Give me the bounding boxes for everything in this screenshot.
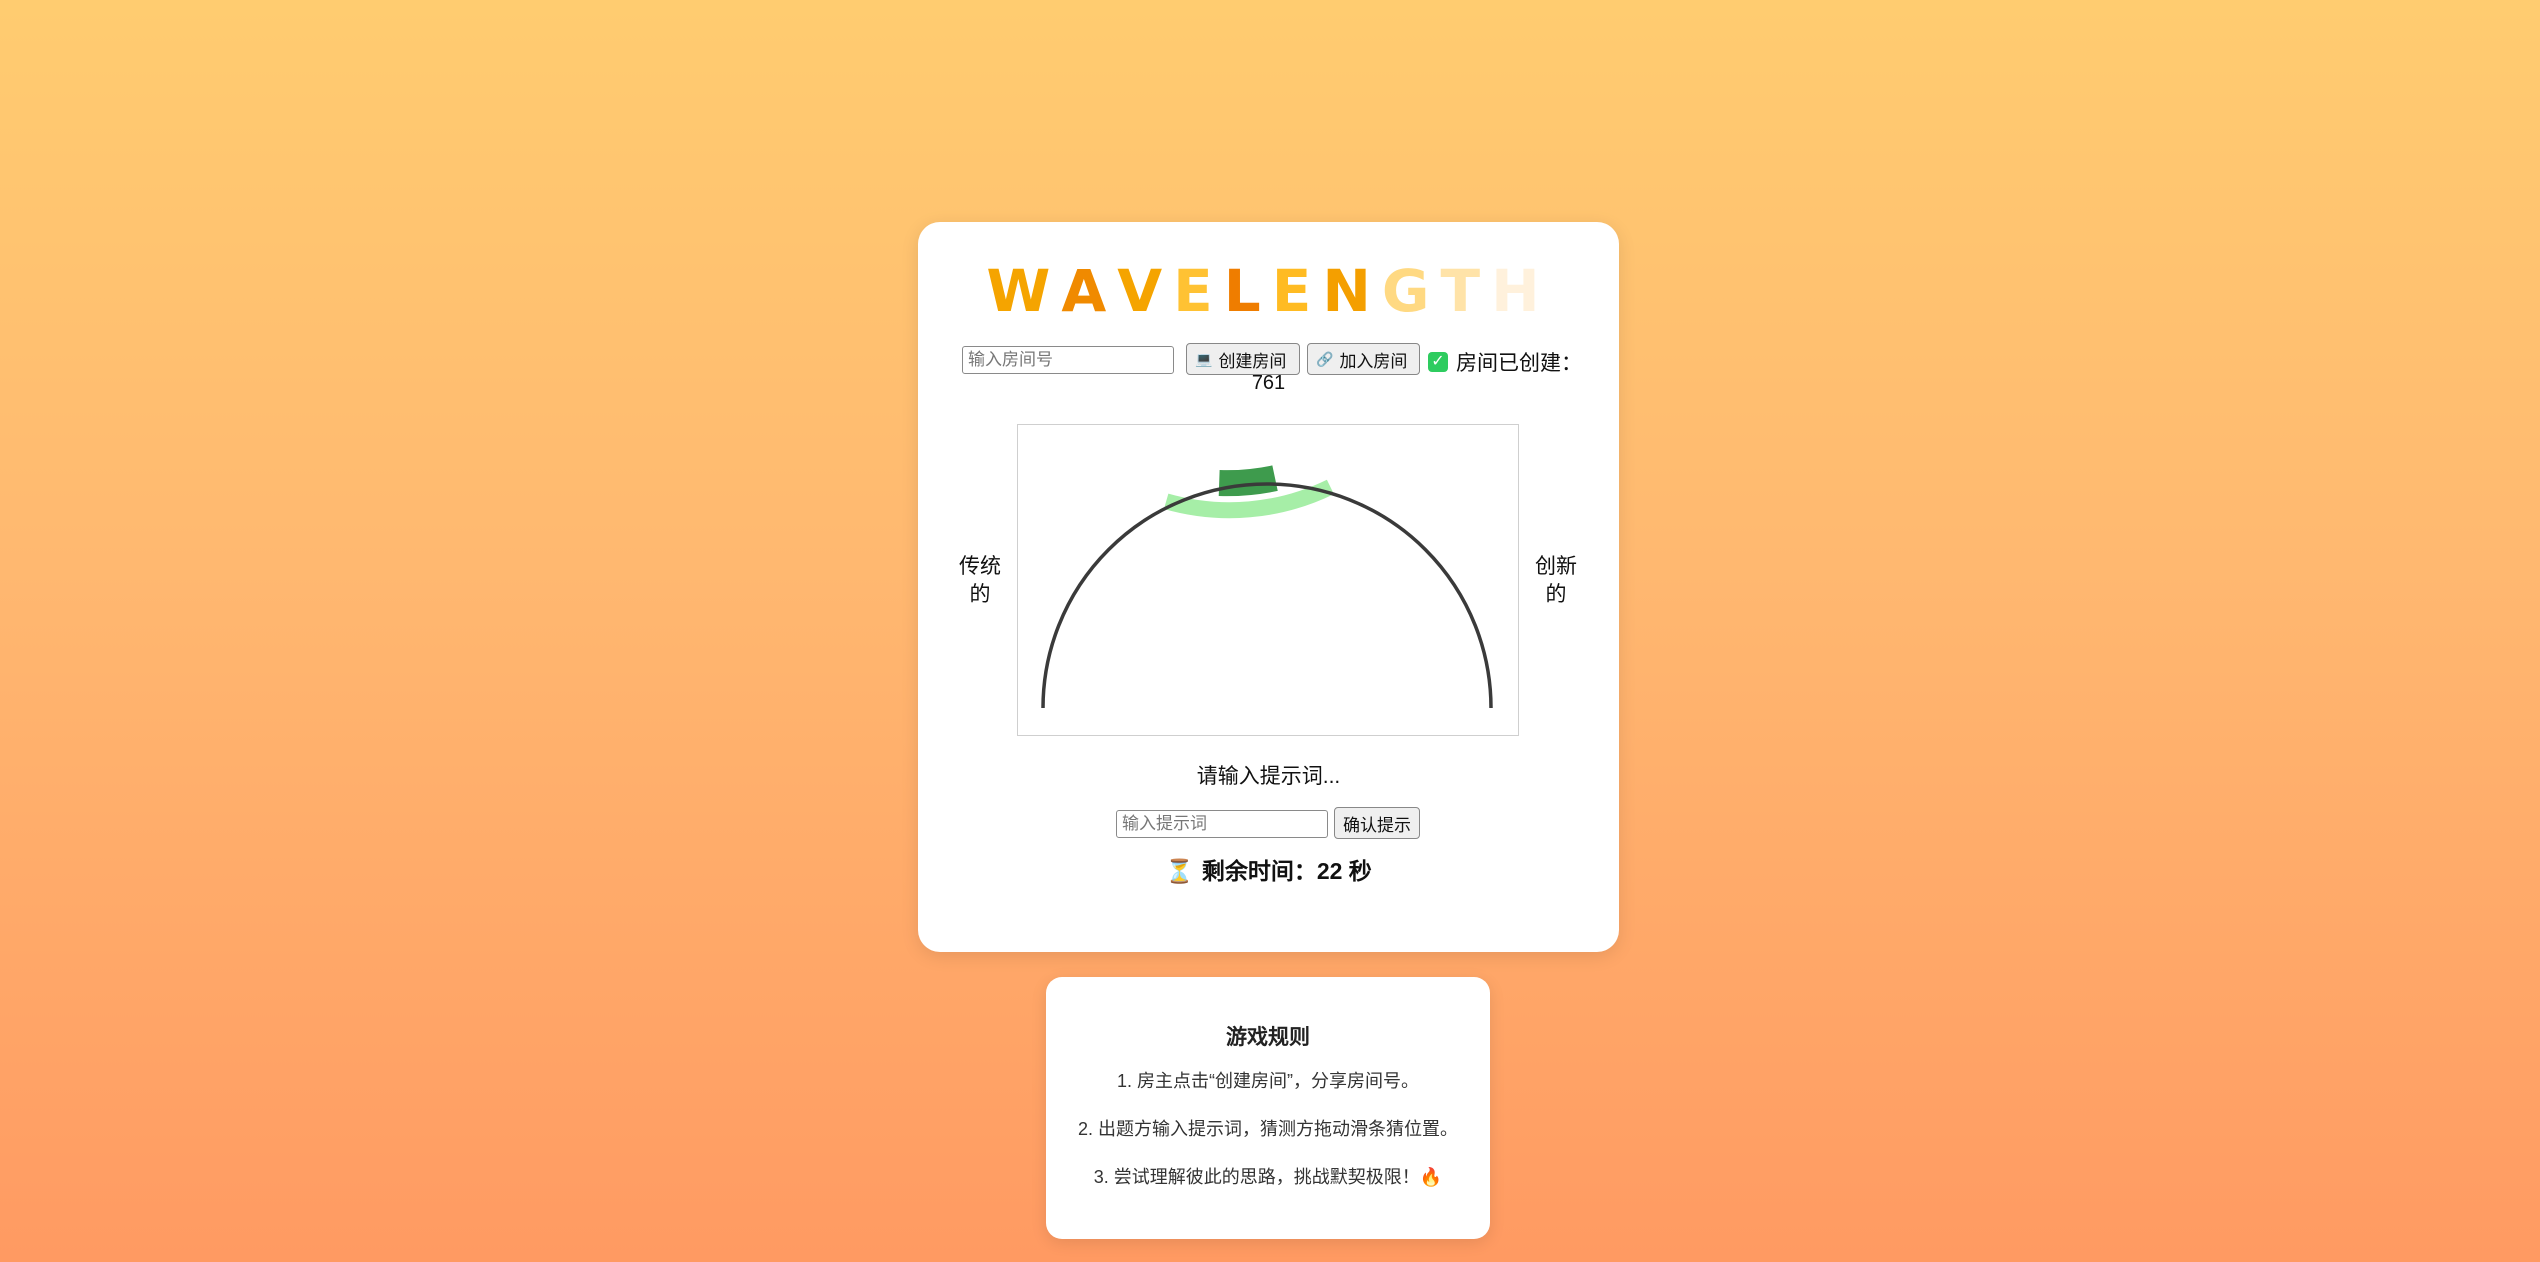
dial-canvas[interactable] xyxy=(1017,424,1519,736)
room-number: 761 xyxy=(1251,372,1286,394)
title-letter: L xyxy=(1223,257,1272,325)
title-letter: N xyxy=(1322,257,1382,325)
room-number-input[interactable] xyxy=(962,346,1174,374)
dial-right-label: 创新的 xyxy=(1535,555,1577,606)
timer-text: 剩余时间：22 秒 xyxy=(1201,858,1372,884)
title-letter: H xyxy=(1491,257,1551,325)
check-icon: ✓ xyxy=(1428,352,1448,372)
hourglass-icon: ⏳ xyxy=(1165,858,1194,884)
confirm-hint-button[interactable]: 确认提示 xyxy=(1334,807,1420,839)
title-letter: E xyxy=(1271,257,1323,325)
countdown-timer: ⏳ 剩余时间：22 秒 xyxy=(918,852,1619,886)
rule-item: 2. 出题方输入提示词，猜测方拖动滑条猜位置。 xyxy=(1077,1119,1458,1139)
create-room-button[interactable]: 💻 创建房间 xyxy=(1186,343,1300,375)
join-room-label: 加入房间 xyxy=(1339,351,1408,371)
title-letter: G xyxy=(1381,257,1441,325)
prompt-status: 请输入提示词... xyxy=(1196,765,1341,788)
rules-list: 1. 房主点击“创建房间”，分享房间号。 2. 出题方输入提示词，猜测方拖动滑条… xyxy=(1046,1069,1490,1190)
link-icon: 🔗 xyxy=(1316,350,1334,367)
join-room-button[interactable]: 🔗 加入房间 xyxy=(1307,343,1420,375)
title-letter: E xyxy=(1173,257,1224,325)
hint-input[interactable] xyxy=(1116,810,1328,838)
rule-item: 1. 房主点击“创建房间”，分享房间号。 xyxy=(1117,1071,1419,1091)
rules-panel: 游戏规则 1. 房主点击“创建房间”，分享房间号。 2. 出题方输入提示词，猜测… xyxy=(1046,977,1490,1239)
dial-svg xyxy=(1041,465,1493,709)
title-letter: W xyxy=(986,257,1062,325)
laptop-icon: 💻 xyxy=(1195,350,1213,367)
dial-left-label: 传统的 xyxy=(959,555,1001,606)
create-room-label: 创建房间 xyxy=(1218,351,1287,371)
title-letter: A xyxy=(1061,257,1118,325)
rules-title: 游戏规则 xyxy=(1226,1026,1310,1049)
game-card: WAVELENGTH 💻 创建房间 🔗 加入房间 ✓ 房间已创建： 761 传统… xyxy=(918,222,1619,952)
title-letter: V xyxy=(1117,257,1174,325)
title-letter: T xyxy=(1440,257,1492,325)
rule-item: 3. 尝试理解彼此的思路，挑战默契极限！🔥 xyxy=(1093,1167,1443,1187)
game-title: WAVELENGTH xyxy=(918,262,1619,320)
dial-arc xyxy=(1041,482,1493,709)
